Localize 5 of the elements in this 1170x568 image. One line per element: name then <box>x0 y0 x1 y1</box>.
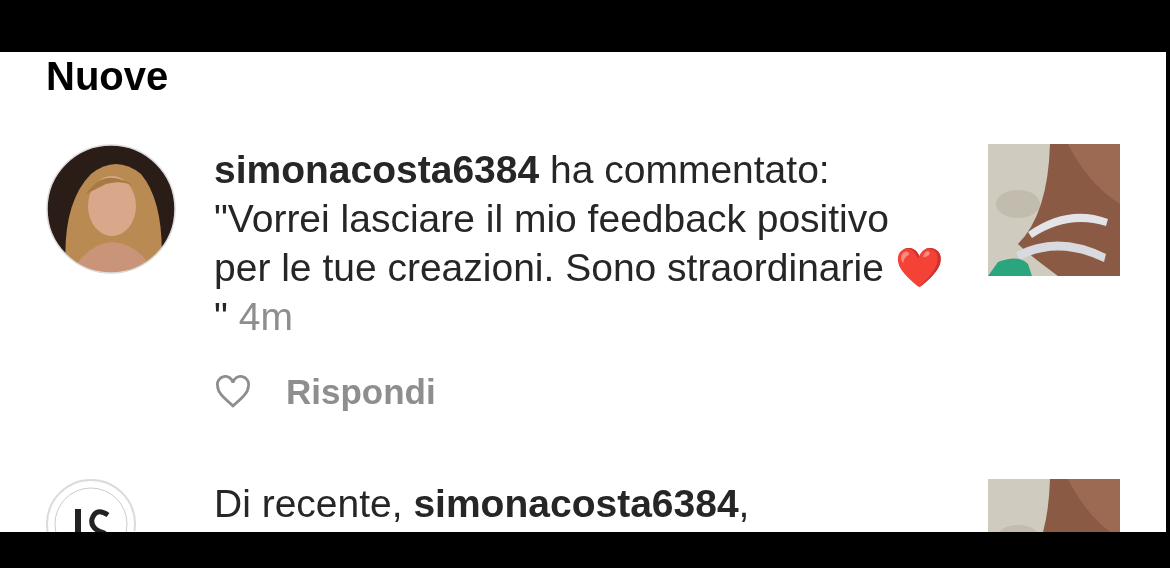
heart-icon[interactable] <box>214 375 252 410</box>
activity-text: Di recente, simonacosta6384, <box>214 480 751 527</box>
reply-link[interactable]: Rispondi <box>286 366 436 419</box>
comment-text: simonacosta6384 ha commentato: "Vorrei lasciare il mio feedback positivo per le tue creazioni. Sono straordinarie ❤ " 4m <box>214 147 945 340</box>
section-heading: Nuove <box>46 54 170 98</box>
